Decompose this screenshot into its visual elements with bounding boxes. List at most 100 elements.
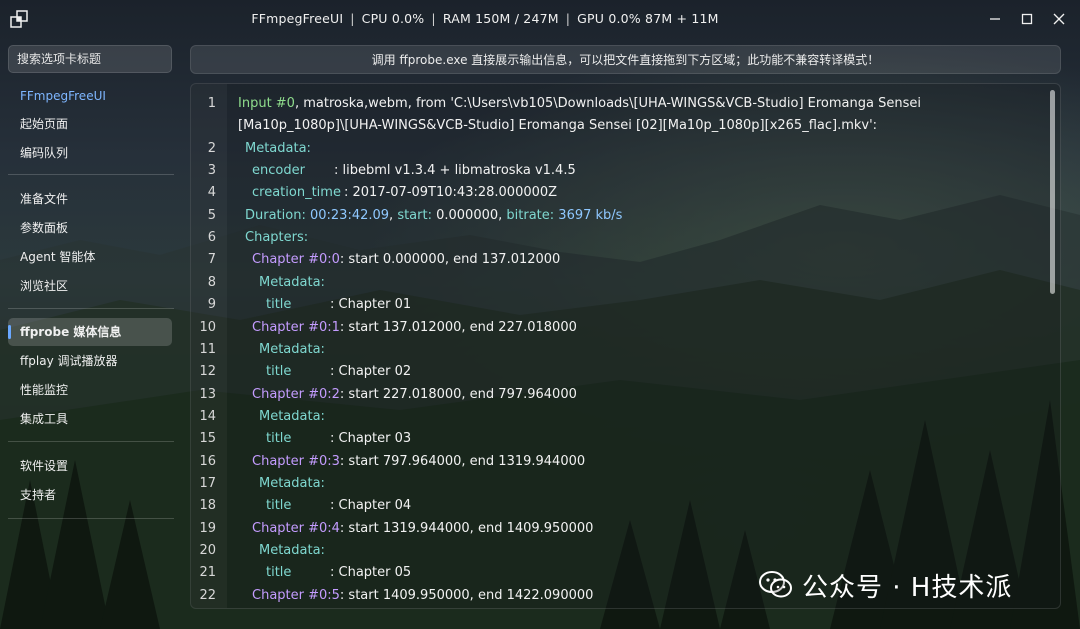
- line-number: 14: [199, 408, 216, 424]
- sidebar-item-prepare-files[interactable]: 准备文件: [8, 185, 172, 213]
- sidebar-divider: [8, 308, 174, 309]
- title-ram: RAM 150M / 247M: [442, 11, 559, 26]
- title-separator: |: [565, 11, 571, 26]
- output-token: start:: [397, 207, 437, 223]
- output-token: : start 1319.944000, end 1409.950000: [339, 520, 594, 536]
- title-separator: |: [431, 11, 436, 26]
- sidebar-item-performance[interactable]: 性能监控: [8, 376, 172, 404]
- line-number: 1: [207, 96, 216, 111]
- output-token: : Chapter 05: [330, 565, 412, 581]
- sidebar-divider: [8, 174, 174, 175]
- minimize-icon: [990, 18, 1000, 20]
- line-content: Chapter #0:0: start 0.000000, end 137.01…: [238, 249, 560, 271]
- output-token: title: [266, 297, 292, 313]
- output-token: : 2017-07-09T10:43:28.000000Z: [344, 185, 558, 201]
- sidebar-item-encode-queue[interactable]: 编码队列: [8, 139, 172, 167]
- line-content: creation_time: 2017-07-09T10:43:28.00000…: [238, 182, 557, 204]
- line-number: 18: [199, 498, 216, 514]
- title-gpu: GPU 0.0% 87M + 11M: [577, 11, 719, 26]
- output-token: , matroska,webm, from 'C:\Users\vb105\Do…: [294, 96, 921, 111]
- sidebar-divider: [8, 441, 174, 442]
- output-token: Chapter #0:2: [252, 386, 340, 402]
- output-token: [Ma10p_1080p]\[UHA-WINGS&VCB-Studio] Ero…: [238, 118, 878, 134]
- sidebar-divider: [8, 518, 174, 519]
- output-token: title: [266, 498, 292, 514]
- line-content: Chapter #0:2: start 227.018000, end 797.…: [238, 384, 577, 406]
- output-token: 00:23:42.09: [309, 207, 390, 223]
- output-token: 0.000000: [436, 207, 499, 223]
- line-number: 11: [199, 341, 216, 357]
- line-number: 20: [199, 543, 216, 558]
- line-content: Metadata:: [238, 540, 325, 562]
- output-token: title: [266, 565, 292, 581]
- line-number: 15: [199, 431, 216, 447]
- line-content: Chapter #0:1: start 137.012000, end 227.…: [238, 317, 577, 339]
- output-token: Input #0: [238, 96, 295, 111]
- line-number: 21: [199, 565, 216, 581]
- line-number: 22: [199, 587, 216, 603]
- sidebar-item-settings[interactable]: 软件设置: [8, 452, 172, 480]
- title-cpu: CPU 0.0%: [361, 11, 425, 26]
- wechat-icon: [759, 571, 792, 598]
- output-token: Metadata:: [245, 140, 311, 156]
- line-content: Metadata:: [238, 138, 311, 160]
- output-token: Chapter #0:1: [252, 319, 340, 335]
- output-token: Chapters:: [245, 230, 309, 246]
- output-token: Chapter #0:0: [252, 252, 340, 268]
- output-token: : start 137.012000, end 227.018000: [339, 319, 577, 335]
- output-token: Chapter #0:4: [252, 520, 340, 536]
- watermark: 公众号 · H技术派: [758, 566, 1058, 604]
- output-token: : Chapter 02: [330, 364, 412, 380]
- sidebar-item-community[interactable]: 浏览社区: [8, 272, 172, 300]
- output-token: : Chapter 04: [330, 498, 412, 514]
- title-separator: |: [350, 11, 355, 26]
- sidebar-item-integrated-tools[interactable]: 集成工具: [8, 405, 172, 433]
- line-number: 7: [207, 252, 216, 268]
- line-number: 2: [207, 140, 216, 156]
- line-content: Input #0, matroska,webm, from 'C:\Users\…: [238, 93, 921, 115]
- sidebar-item-supporters[interactable]: 支持者: [8, 481, 172, 509]
- output-token: Chapter #0:5: [252, 587, 340, 603]
- close-button[interactable]: [1046, 6, 1072, 32]
- sidebar-item-agent[interactable]: Agent 智能体: [8, 243, 172, 271]
- line-number: 9: [207, 297, 216, 313]
- vertical-scrollbar[interactable]: [1050, 90, 1055, 294]
- line-content: [Ma10p_1080p]\[UHA-WINGS&VCB-Studio] Ero…: [238, 115, 877, 137]
- sidebar-item-ffprobe[interactable]: ffprobe 媒体信息: [8, 318, 172, 346]
- minimize-button[interactable]: [982, 6, 1008, 32]
- search-input[interactable]: [8, 45, 172, 73]
- sidebar-item-ffplay[interactable]: ffplay 调试播放器: [8, 347, 172, 375]
- line-number: 8: [207, 274, 216, 290]
- line-content: title : Chapter 05: [238, 562, 411, 584]
- line-number: 17: [199, 475, 216, 491]
- line-number: 3: [207, 163, 216, 179]
- line-content: Chapter #0:5: start 1409.950000, end 142…: [238, 585, 593, 607]
- line-number: 12: [199, 364, 216, 380]
- output-token: Metadata:: [259, 408, 325, 424]
- sidebar-item-home-brand[interactable]: FFmpegFreeUI: [8, 82, 172, 110]
- line-content: Chapters:: [238, 227, 308, 249]
- line-content: Metadata:: [238, 272, 325, 294]
- watermark-text: 公众号 · H技术派: [802, 572, 1013, 603]
- line-number: 6: [207, 230, 216, 246]
- sidebar: FFmpegFreeUI 起始页面 编码队列 准备文件 参数面板 Agent 智…: [8, 45, 174, 519]
- output-token: encoder: [252, 163, 305, 179]
- info-banner: 调用 ffprobe.exe 直接展示输出信息，可以把文件直接拖到下方区域；此功…: [190, 45, 1061, 74]
- output-token: : start 227.018000, end 797.964000: [339, 386, 577, 402]
- sidebar-item-parameter-panel[interactable]: 参数面板: [8, 214, 172, 242]
- output-token: Metadata:: [259, 475, 325, 491]
- sidebar-item-start-page[interactable]: 起始页面: [8, 110, 172, 138]
- line-number: 5: [207, 207, 216, 223]
- line-number: 13: [199, 386, 216, 402]
- maximize-button[interactable]: [1014, 6, 1040, 32]
- output-token: : Chapter 03: [330, 431, 412, 447]
- line-number: 16: [199, 453, 216, 469]
- output-token: Chapter #0:3: [252, 453, 340, 469]
- title-app-name: FFmpegFreeUI: [251, 11, 344, 26]
- line-content: Metadata:: [238, 339, 325, 361]
- line-content: title: Chapter 03: [238, 428, 411, 450]
- line-content: Metadata:: [238, 473, 325, 495]
- line-content: title: Chapter 01: [238, 294, 411, 316]
- output-token: bitrate:: [506, 207, 559, 223]
- ffprobe-output-panel[interactable]: 1 Input #0, matroska,webm, from 'C:\Users…: [190, 83, 1061, 609]
